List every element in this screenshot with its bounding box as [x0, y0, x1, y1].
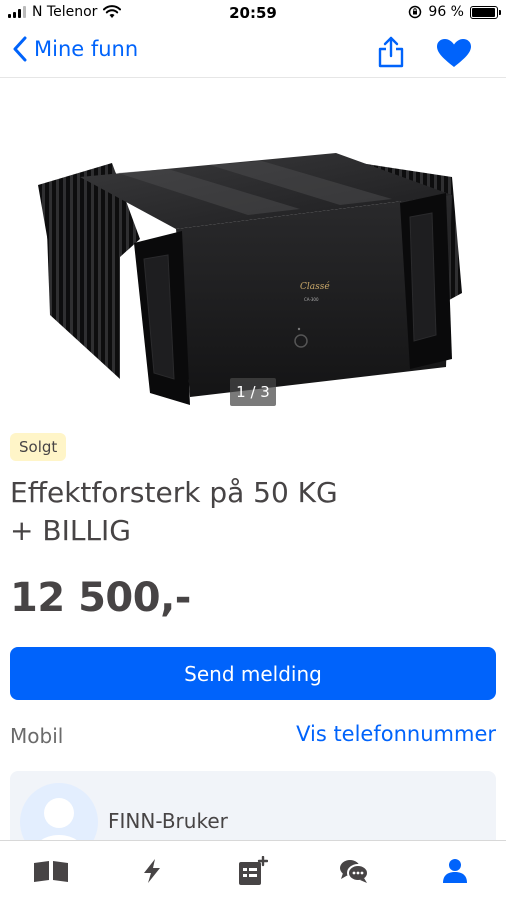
- back-button[interactable]: Mine funn: [12, 36, 138, 62]
- ad-title-line2: + BILLIG: [10, 514, 131, 547]
- seller-card[interactable]: FINN-Bruker: [10, 771, 496, 841]
- seller-name[interactable]: FINN-Bruker: [108, 809, 228, 833]
- tab-bar: [0, 840, 506, 900]
- status-badge: Solgt: [10, 433, 67, 461]
- tab-lightning[interactable]: [101, 841, 202, 900]
- status-bar: N Telenor 20:59 96 %: [0, 0, 506, 26]
- user-placeholder-icon: [39, 798, 79, 841]
- rotation-lock-icon: [409, 5, 422, 19]
- ad-title: Effektforsterk på 50 KG + BILLIG: [10, 474, 490, 550]
- model-label: CA-300: [304, 297, 319, 302]
- messages-icon: [339, 860, 369, 883]
- battery-icon: [470, 5, 501, 19]
- tab-new-ad[interactable]: [202, 841, 303, 900]
- heart-icon[interactable]: [436, 38, 472, 68]
- tab-browse[interactable]: [0, 841, 101, 900]
- browse-icon: [33, 861, 68, 882]
- battery-label: 96 %: [428, 4, 464, 20]
- phone-type-label: Mobil: [10, 724, 64, 748]
- avatar[interactable]: [20, 783, 98, 841]
- new-ad-icon: [238, 856, 268, 885]
- tab-profile[interactable]: [404, 841, 505, 900]
- navigation-bar: Mine funn: [0, 26, 506, 78]
- battery-fill: [472, 7, 496, 17]
- chevron-left-icon: [13, 36, 27, 62]
- ad-title-line1: Effektforsterk på 50 KG: [10, 476, 338, 509]
- show-phone-link[interactable]: Vis telefonnummer: [296, 722, 496, 746]
- back-label: Mine funn: [34, 37, 139, 61]
- brand-logo: Classé: [300, 281, 330, 292]
- send-message-button[interactable]: Send melding: [10, 647, 496, 700]
- image-counter: 1 / 3: [230, 378, 276, 406]
- profile-icon: [442, 859, 467, 883]
- status-right: 96 %: [408, 4, 501, 20]
- lightning-icon: [143, 859, 160, 883]
- image-gallery[interactable]: Classé CA-300: [0, 79, 506, 415]
- ad-price: 12 500,-: [10, 575, 191, 621]
- tab-messages[interactable]: [303, 841, 404, 900]
- amplifier-image: Classé CA-300: [38, 153, 462, 405]
- share-icon[interactable]: [376, 36, 406, 68]
